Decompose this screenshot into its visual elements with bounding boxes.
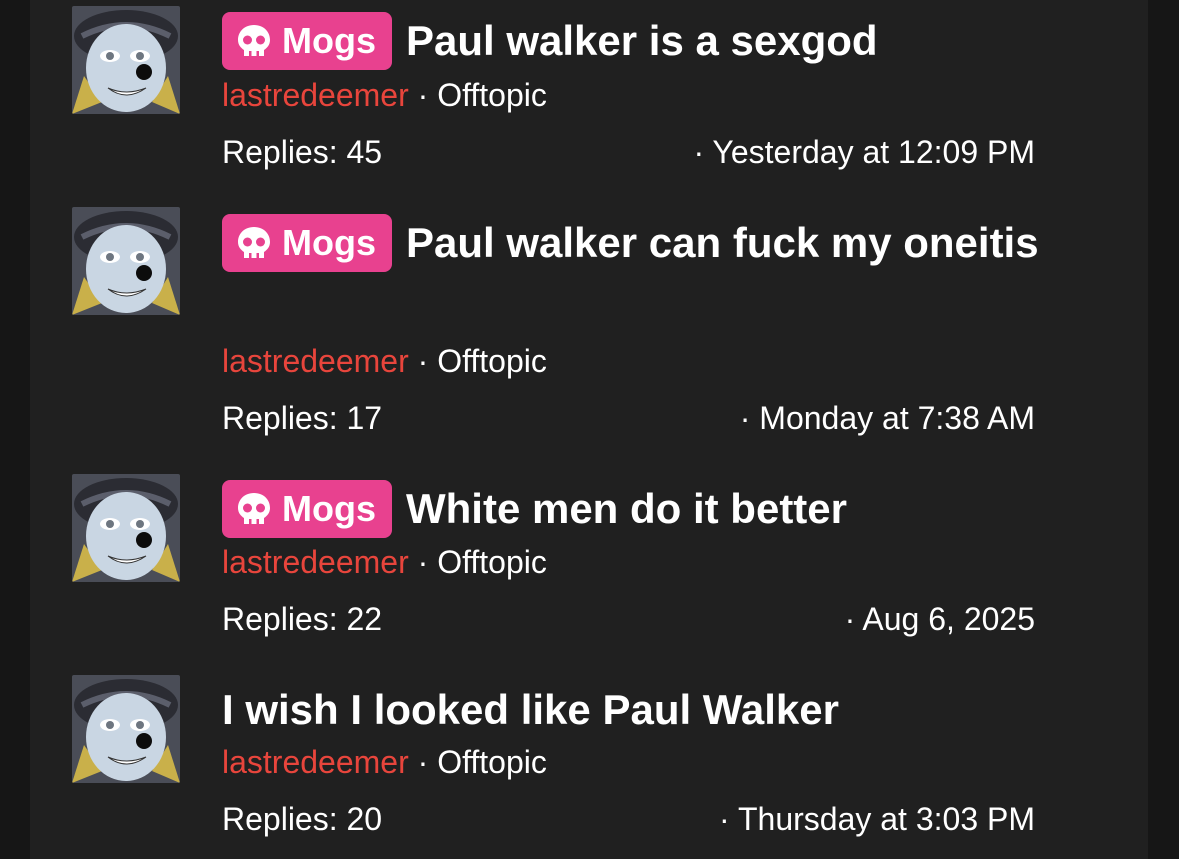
meta-separator: ·	[408, 744, 438, 780]
last-post-date[interactable]: · Aug 6, 2025	[845, 601, 1035, 638]
avatar-image	[72, 474, 180, 582]
thread-meta: lastredeemer · Offtopic	[222, 744, 547, 781]
reply-count: Replies: 45	[222, 134, 383, 170]
avatar[interactable]	[72, 474, 180, 582]
thread-row[interactable]: Mogs Paul walker is a sexgod lastredeeme…	[30, 0, 1148, 190]
skull-icon	[238, 493, 270, 524]
thread-list: Mogs Paul walker is a sexgod lastredeeme…	[30, 0, 1148, 859]
meta-separator: ·	[408, 343, 438, 379]
avatar[interactable]	[72, 207, 180, 315]
thread-meta: lastredeemer · Offtopic	[222, 77, 547, 114]
avatar-image	[72, 675, 180, 783]
skull-icon	[238, 227, 270, 258]
reply-count: Replies: 22	[222, 601, 383, 637]
thread-title[interactable]: Paul walker can fuck my oneitis	[406, 219, 1039, 266]
thread-title[interactable]: I wish I looked like Paul Walker	[222, 686, 839, 733]
forum-link[interactable]: Offtopic	[437, 544, 547, 580]
author-link[interactable]: lastredeemer	[222, 343, 409, 379]
prefix-badge[interactable]: Mogs	[222, 12, 392, 70]
thread-title-line: Mogs Paul walker can fuck my oneitis	[222, 210, 1042, 276]
thread-meta: lastredeemer · Offtopic	[222, 544, 547, 581]
thread-title[interactable]: Paul walker is a sexgod	[406, 17, 878, 64]
meta-separator: ·	[408, 77, 438, 113]
avatar[interactable]	[72, 675, 180, 783]
thread-row[interactable]: Mogs Paul walker can fuck my oneitis las…	[30, 200, 1148, 460]
thread-title-line: Mogs Paul walker is a sexgod	[222, 8, 1042, 74]
meta-separator: ·	[408, 544, 438, 580]
thread-title[interactable]: White men do it better	[406, 485, 847, 532]
author-link[interactable]: lastredeemer	[222, 77, 409, 113]
reply-count: Replies: 20	[222, 801, 383, 837]
avatar-image	[72, 207, 180, 315]
author-link[interactable]: lastredeemer	[222, 544, 409, 580]
avatar[interactable]	[72, 6, 180, 114]
last-post-date[interactable]: · Thursday at 3:03 PM	[719, 801, 1035, 838]
last-post-date[interactable]: · Yesterday at 12:09 PM	[693, 134, 1035, 171]
reply-count: Replies: 17	[222, 400, 383, 436]
forum-link[interactable]: Offtopic	[437, 343, 547, 379]
prefix-badge[interactable]: Mogs	[222, 214, 392, 272]
thread-row[interactable]: I wish I looked like Paul Walker lastred…	[30, 668, 1148, 859]
prefix-label: Mogs	[282, 20, 376, 61]
thread-row[interactable]: Mogs White men do it better lastredeemer…	[30, 468, 1148, 658]
avatar-image	[72, 6, 180, 114]
prefix-label: Mogs	[282, 222, 376, 263]
thread-title-line: I wish I looked like Paul Walker	[222, 677, 1042, 743]
author-link[interactable]: lastredeemer	[222, 744, 409, 780]
thread-meta: lastredeemer · Offtopic	[222, 343, 547, 380]
prefix-badge[interactable]: Mogs	[222, 480, 392, 538]
prefix-label: Mogs	[282, 488, 376, 529]
thread-title-line: Mogs White men do it better	[222, 476, 1042, 542]
forum-link[interactable]: Offtopic	[437, 744, 547, 780]
forum-link[interactable]: Offtopic	[437, 77, 547, 113]
skull-icon	[238, 25, 270, 56]
last-post-date[interactable]: · Monday at 7:38 AM	[740, 400, 1035, 437]
